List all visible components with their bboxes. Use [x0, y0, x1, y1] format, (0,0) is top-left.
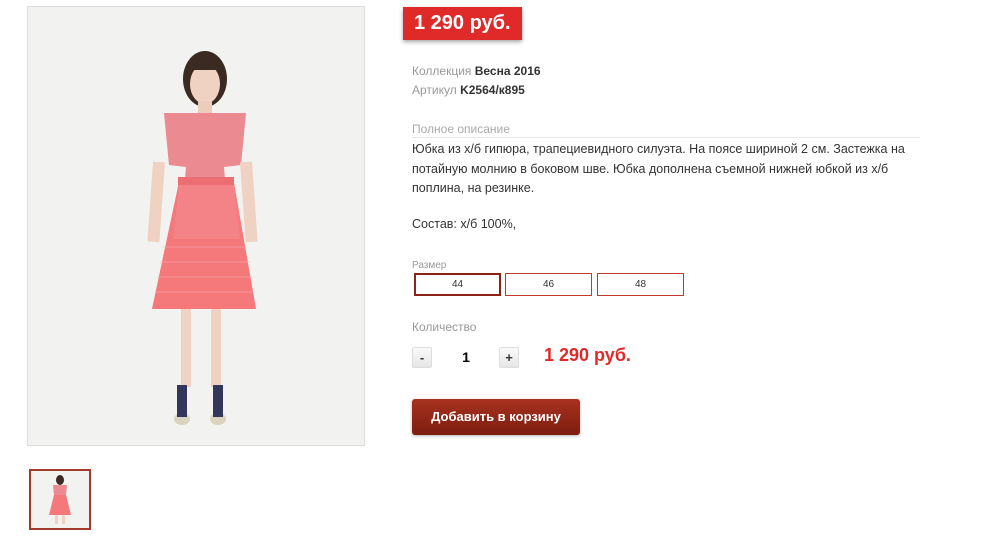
product-main-photo[interactable] — [27, 6, 365, 446]
collection-label: Коллекция — [412, 64, 472, 78]
article-value: K2564/к895 — [460, 83, 525, 97]
size-option-44[interactable]: 44 — [414, 273, 501, 296]
size-label: Размер — [412, 260, 447, 271]
size-option-48[interactable]: 48 — [597, 273, 684, 296]
price-badge: 1 290 руб. — [403, 7, 522, 40]
quantity-decrease-button[interactable]: - — [412, 347, 432, 368]
description-divider — [412, 137, 920, 138]
composition-text: Состав: х/б 100%, — [412, 217, 517, 231]
description-text: Юбка из х/б гипюра, трапециевидного силу… — [412, 142, 905, 195]
quantity-label: Количество — [412, 320, 477, 334]
article-line: Артикул K2564/к895 — [412, 83, 525, 97]
description-label: Полное описание — [412, 122, 510, 136]
collection-line: Коллекция Весна 2016 — [412, 64, 541, 78]
add-to-cart-button[interactable]: Добавить в корзину — [412, 399, 580, 435]
article-label: Артикул — [412, 83, 457, 97]
quantity-value[interactable]: 1 — [453, 349, 479, 365]
product-thumbnail[interactable] — [29, 469, 91, 530]
quantity-increase-button[interactable]: + — [499, 347, 519, 368]
model-photo-illustration — [147, 51, 258, 425]
collection-value: Весна 2016 — [474, 64, 541, 78]
size-option-46[interactable]: 46 — [505, 273, 592, 296]
thumbnail-illustration — [49, 475, 71, 524]
total-price: 1 290 руб. — [544, 345, 631, 365]
